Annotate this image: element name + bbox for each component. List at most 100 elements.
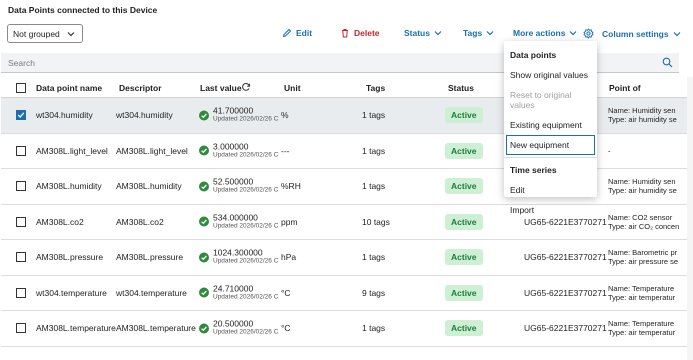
status-badge: Active [445, 213, 483, 230]
delete-button[interactable]: Delete [340, 28, 380, 38]
poi-name: Name: Temperature [608, 283, 675, 293]
row-value: 1024.300000 [213, 247, 263, 258]
header-last-value[interactable]: Last value [200, 83, 242, 93]
poi-name: - [608, 146, 611, 156]
row-checkbox[interactable] [16, 323, 26, 334]
status-badge: Active [445, 142, 483, 159]
row-descriptor: wt304.temperature [116, 287, 187, 298]
column-settings-button[interactable]: Column settings [583, 28, 681, 39]
ok-check-icon [199, 181, 209, 192]
ok-check-icon [199, 252, 209, 263]
more-actions-label: More actions [513, 28, 566, 38]
poi-type: Type: air humidity se [608, 186, 677, 196]
column-settings-label: Column settings [602, 28, 669, 39]
row-last-value: 20.500000 Updated 2026/02/26 C [199, 318, 279, 337]
row-checkbox[interactable] [16, 287, 26, 298]
header-point-of[interactable]: Point of [609, 83, 641, 93]
row-updated: Updated 2026/02/26 C [213, 115, 279, 123]
menu-item-existing-equipment[interactable]: Existing equipment [504, 115, 597, 135]
row-unit: % [281, 110, 289, 121]
menu-item-show-original[interactable]: Show original values [504, 65, 597, 85]
header-name[interactable]: Data point name [36, 83, 102, 93]
row-last-value: 52.500000 Updated 2026/02/26 C [199, 176, 278, 195]
gear-icon [583, 28, 594, 39]
row-value: 3.000000 [213, 141, 249, 152]
row-value: 52.500000 [213, 176, 254, 187]
row-updated: Updated 2026/02/26 C [213, 293, 279, 301]
status-badge: Active [445, 249, 483, 266]
vertical-scrollbar[interactable] [687, 77, 693, 360]
row-tags[interactable]: 1 tags [362, 323, 385, 333]
poi-type: Type: air humidity se [608, 115, 677, 125]
row-checkbox[interactable] [16, 181, 26, 192]
more-actions-dropdown[interactable]: More actions [513, 28, 577, 38]
status-badge: Active [445, 107, 483, 124]
menu-item-edit[interactable]: Edit [504, 180, 597, 200]
status-badge: Active [445, 178, 483, 195]
status-badge: Active [445, 284, 483, 301]
header-tags[interactable]: Tags [366, 83, 385, 93]
row-tags[interactable]: 1 tags [362, 146, 385, 156]
select-all-checkbox[interactable] [16, 83, 26, 93]
row-unit: --- [281, 145, 290, 156]
header-status[interactable]: Status [448, 83, 474, 93]
chevron-down-icon [570, 31, 577, 36]
status-label: Status [404, 28, 430, 38]
row-descriptor: AM308L.light_level [116, 145, 188, 156]
row-tags[interactable]: 10 tags [362, 217, 390, 227]
refresh-icon[interactable] [241, 82, 251, 92]
tags-dropdown[interactable]: Tags [463, 28, 494, 38]
status-dropdown[interactable]: Status [404, 28, 442, 38]
menu-section-data-points: Data points [510, 50, 557, 60]
row-point-of-interest: Name: Humidity sen Type: air humidity se [608, 106, 677, 124]
table-row[interactable]: wt304.temperature wt304.temperature 24.710… [1, 276, 693, 311]
row-name: AM308L.humidity [36, 181, 102, 192]
row-name: AM308L.pressure [36, 252, 104, 263]
row-tags[interactable]: 1 tags [362, 252, 385, 262]
row-updated: Updated 2026/02/26 C [213, 328, 279, 336]
row-device: UG65-6221E3770271 [524, 323, 607, 334]
row-updated: Updated 2026/02/26 C [213, 257, 279, 265]
menu-section-time-series: Time series [510, 165, 557, 175]
row-point-of-interest: Name: Barometric pr Type: air pressure se [608, 248, 678, 266]
ok-check-icon [199, 287, 209, 298]
menu-divider [504, 157, 597, 158]
row-descriptor: AM308L.co2 [116, 216, 164, 227]
row-checkbox[interactable] [16, 216, 26, 227]
grouping-select[interactable]: Not grouped [7, 24, 83, 43]
row-device: UG65-6221E3770271 [524, 252, 607, 263]
page-title: Data Points connected to this Device [8, 5, 158, 15]
row-last-value: 1024.300000 Updated 2026/02/26 C [199, 247, 279, 266]
row-last-value: 534.000000 Updated 2026/02/26 C [199, 213, 278, 230]
poi-type: Type: air pressure se [608, 257, 679, 267]
edit-button[interactable]: Edit [282, 28, 312, 38]
row-checkbox[interactable] [16, 145, 26, 156]
check-icon [17, 112, 25, 119]
chevron-down-icon [673, 31, 681, 36]
search-icon[interactable] [662, 57, 673, 68]
row-descriptor: AM308L.temperature [116, 323, 196, 334]
row-descriptor: AM308L.humidity [116, 181, 182, 192]
row-checkbox[interactable] [16, 110, 26, 121]
menu-item-import[interactable]: Import [504, 200, 597, 220]
row-updated: Updated 2026/02/26 C [213, 222, 279, 230]
row-tags[interactable]: 1 tags [362, 110, 385, 120]
row-tags[interactable]: 1 tags [362, 181, 385, 191]
menu-item-new-equipment[interactable]: New equipment [506, 135, 595, 155]
header-unit[interactable]: Unit [284, 83, 301, 93]
table-row[interactable]: AM308L.pressure AM308L.pressure 1024.30000… [1, 240, 693, 276]
row-checkbox[interactable] [16, 252, 26, 263]
ok-check-icon [199, 216, 209, 227]
row-point-of-interest: Name: Temperature Type: air temperatur [608, 319, 675, 337]
row-tags[interactable]: 9 tags [362, 288, 385, 298]
header-descriptor[interactable]: Descriptor [119, 83, 162, 93]
row-value: 20.500000 [213, 318, 254, 329]
row-unit: %RH [281, 181, 301, 192]
row-unit: °C [281, 287, 291, 298]
table-row[interactable]: AM308L.temperature AM308L.temperature 20.5… [1, 311, 693, 347]
row-name: AM308L.temperature [36, 323, 116, 334]
row-last-value: 3.000000 Updated 2026/02/26 C [199, 142, 278, 159]
row-device: UG65-6221E3770271 [524, 287, 607, 298]
row-point-of-interest: Name: CO2 sensor Type: air CO₂ concen [608, 213, 679, 231]
chevron-down-icon [67, 32, 75, 37]
